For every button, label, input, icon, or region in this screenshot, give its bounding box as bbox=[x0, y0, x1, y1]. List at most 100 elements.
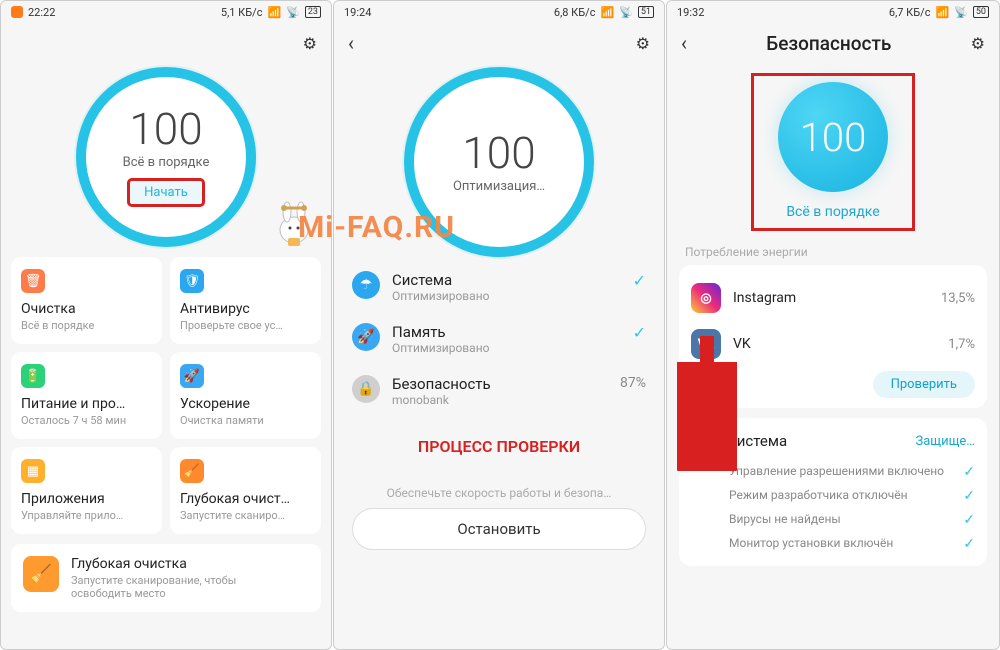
battery-icon: 51 bbox=[638, 6, 654, 18]
tile-desc: Управляйте прило… bbox=[21, 509, 152, 522]
gear-icon[interactable]: ⚙ bbox=[971, 34, 985, 53]
battery-icon: 23 bbox=[305, 6, 321, 18]
score-ball: 100 bbox=[778, 82, 888, 192]
app-name: VK bbox=[733, 336, 936, 352]
top-bar: ‹ Безопасность ⚙ bbox=[667, 23, 999, 63]
tile-desc: Запустите сканиро… bbox=[180, 509, 311, 522]
check-button[interactable]: Проверить bbox=[873, 371, 975, 398]
tile-grid[interactable]: ▦ Приложения Управляйте прило… bbox=[11, 447, 162, 534]
status-time: 22:22 bbox=[28, 6, 55, 19]
subitem-text: Вирусы не найдены bbox=[729, 512, 955, 528]
check-icon: ✓ bbox=[633, 323, 646, 342]
hint-text: Обеспечьте скорость работы и безопа… bbox=[334, 486, 664, 500]
row-title: Система bbox=[392, 271, 621, 289]
subitem-text: Управление разрешениями включено bbox=[729, 464, 955, 480]
wifi-icon: 📡 bbox=[286, 6, 300, 19]
tile-shield[interactable]: 🛡 Антивирус Проверьте свое ус… bbox=[170, 257, 321, 344]
system-subitem: Режим разработчика отключён✓ bbox=[691, 484, 975, 508]
status-net: 6,7 КБ/с bbox=[889, 6, 931, 19]
check-icon: ✓ bbox=[963, 464, 975, 480]
tile-label: Приложения bbox=[21, 491, 152, 507]
tile-label: Питание и про… bbox=[21, 396, 152, 412]
app-row[interactable]: ◎ Instagram 13,5% bbox=[691, 275, 975, 321]
status-time: 19:24 bbox=[344, 6, 371, 19]
status-net: 5,1 КБ/с bbox=[221, 6, 263, 19]
row-title: Память bbox=[392, 323, 621, 341]
tile-battery[interactable]: 🔋 Питание и про… Осталось 7 ч 58 мин bbox=[11, 352, 162, 439]
wifi-icon: 📡 bbox=[619, 6, 633, 19]
tile-label: Глубокая очист… bbox=[180, 491, 311, 507]
check-icon: ✓ bbox=[633, 271, 646, 290]
check-icon: ✓ bbox=[963, 512, 975, 528]
red-arrow-icon bbox=[677, 331, 737, 471]
score-subtitle: Оптимизация… bbox=[453, 179, 545, 194]
system-subitem: Монитор установки включён ✓ bbox=[691, 532, 975, 556]
status-bar: 19:24 6,8 КБ/с 📶 📡 51 bbox=[334, 1, 664, 23]
wifi-icon: 📡 bbox=[954, 6, 968, 19]
back-icon[interactable]: ‹ bbox=[681, 31, 687, 55]
score-subtitle: Всё в порядке bbox=[786, 204, 879, 220]
app-indicator-icon bbox=[11, 6, 23, 18]
rocket-icon: 🚀 bbox=[180, 364, 204, 388]
umbrella-icon: ☂ bbox=[352, 271, 380, 299]
phone-screen-2: 19:24 6,8 КБ/с 📶 📡 51 ‹ ⚙ 100 Оптимизаци… bbox=[333, 0, 665, 650]
system-title: Система bbox=[727, 432, 906, 450]
tile-desc: Проверьте свое ус… bbox=[180, 319, 311, 332]
caption-process: ПРОЦЕСС ПРОВЕРКИ bbox=[334, 437, 664, 456]
check-icon: ✓ bbox=[963, 536, 975, 552]
start-button[interactable]: Начать bbox=[127, 178, 205, 207]
score-value: 100 bbox=[462, 131, 535, 175]
row-desc: monobank bbox=[392, 393, 608, 407]
top-bar: ‹ ⚙ bbox=[334, 23, 664, 63]
tile-desc: Осталось 7 ч 58 мин bbox=[21, 414, 152, 427]
tile-label: Ускорение bbox=[180, 396, 311, 412]
energy-header: Потребление энергии bbox=[667, 241, 999, 265]
tile-rocket[interactable]: 🚀 Ускорение Очистка памяти bbox=[170, 352, 321, 439]
phone-screen-3: 19:32 6,7 КБ/с 📶 📡 50 ‹ Безопасность ⚙ 1… bbox=[666, 0, 1000, 650]
broom-icon: 🧹 bbox=[23, 556, 59, 592]
gear-icon[interactable]: ⚙ bbox=[636, 34, 650, 53]
app-pct: 1,7% bbox=[948, 337, 975, 352]
app-icon: ◎ bbox=[691, 283, 721, 313]
phone-screen-1: 22:22 5,1 КБ/с 📶 📡 23 ⚙ 100 Всё в порядк… bbox=[0, 0, 332, 650]
opt-row: 🚀 ПамятьОптимизировано ✓ bbox=[352, 313, 646, 365]
opt-row: ☂ СистемаОптимизировано ✓ bbox=[352, 261, 646, 313]
tile-trash[interactable]: 🗑 Очистка Всё в порядке bbox=[11, 257, 162, 344]
score-ring: 100 Всё в порядке Начать bbox=[76, 67, 256, 247]
system-status: Защище… bbox=[916, 434, 975, 449]
score-ring: 100 Оптимизация… bbox=[404, 67, 594, 257]
score-value: 100 bbox=[129, 107, 202, 151]
row-title: Безопасность bbox=[392, 375, 608, 393]
row-desc: Оптимизировано bbox=[392, 341, 621, 355]
promo-desc: Запустите сканирование, чтобы освободить… bbox=[71, 574, 291, 600]
deep-clean-promo[interactable]: 🧹 Глубокая очистка Запустите сканировани… bbox=[11, 544, 321, 612]
tile-desc: Очистка памяти bbox=[180, 414, 311, 427]
battery-icon: 🔋 bbox=[21, 364, 45, 388]
status-bar: 22:22 5,1 КБ/с 📶 📡 23 bbox=[1, 1, 331, 23]
subitem-text: Монитор установки включён bbox=[729, 536, 955, 552]
opt-row: 🔒 Безопасностьmonobank 87% bbox=[352, 365, 646, 417]
stop-button[interactable]: Остановить bbox=[352, 508, 646, 550]
row-desc: Оптимизировано bbox=[392, 289, 621, 303]
back-icon[interactable]: ‹ bbox=[348, 31, 354, 55]
top-bar: ⚙ bbox=[1, 23, 331, 63]
tile-label: Очистка bbox=[21, 301, 152, 317]
tile-broom[interactable]: 🧹 Глубокая очист… Запустите сканиро… bbox=[170, 447, 321, 534]
trash-icon: 🗑 bbox=[21, 269, 45, 293]
promo-title: Глубокая очистка bbox=[71, 556, 291, 572]
signal-icon: 📶 bbox=[935, 6, 949, 19]
tile-desc: Всё в порядке bbox=[21, 319, 152, 332]
signal-icon: 📶 bbox=[267, 6, 281, 19]
status-time: 19:32 bbox=[677, 6, 704, 19]
system-subitem: Вирусы не найдены ✓ bbox=[691, 508, 975, 532]
broom-icon: 🧹 bbox=[180, 459, 204, 483]
app-pct: 13,5% bbox=[941, 291, 975, 306]
score-subtitle: Всё в порядке bbox=[123, 155, 210, 170]
status-bar: 19:32 6,7 КБ/с 📶 📡 50 bbox=[667, 1, 999, 23]
page-title: Безопасность bbox=[766, 32, 891, 55]
gear-icon[interactable]: ⚙ bbox=[303, 34, 317, 53]
lock-icon: 🔒 bbox=[352, 375, 380, 403]
rocket-icon: 🚀 bbox=[352, 323, 380, 351]
row-value: 87% bbox=[620, 375, 646, 391]
status-net: 6,8 КБ/с bbox=[554, 6, 596, 19]
